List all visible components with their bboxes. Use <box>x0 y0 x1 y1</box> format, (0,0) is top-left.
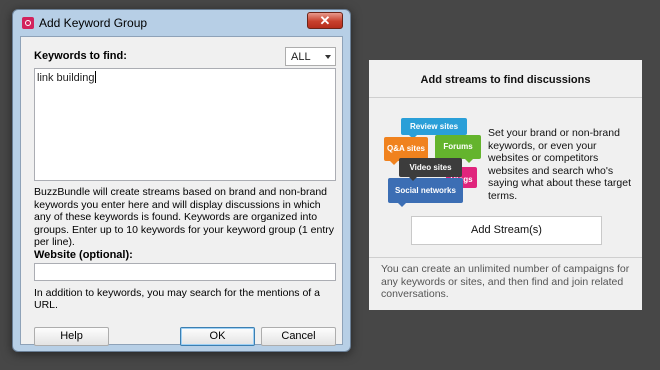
add-streams-panel: Add streams to find discussions Review s… <box>369 60 642 310</box>
keyword-filter-select[interactable]: ALL <box>285 47 336 66</box>
keywords-description: BuzzBundle will create streams based on … <box>34 186 334 249</box>
ok-button[interactable]: OK <box>180 327 255 346</box>
cancel-button[interactable]: Cancel <box>261 327 336 346</box>
keywords-textarea[interactable]: link building <box>34 68 336 181</box>
dialog-content: Keywords to find: ALL link building Buzz… <box>20 36 343 346</box>
panel-description: Set your brand or non-brand keywords, or… <box>488 127 632 202</box>
social-networks-bubble: Social networks <box>388 178 463 207</box>
app-icon <box>22 17 34 29</box>
dialog-titlebar[interactable]: Add Keyword Group ✕ <box>13 10 350 36</box>
add-streams-button[interactable]: Add Stream(s) <box>411 216 602 245</box>
website-input[interactable] <box>34 263 336 281</box>
video-sites-bubble: Video sites <box>399 158 462 181</box>
close-icon: ✕ <box>319 13 331 28</box>
text-caret <box>95 71 97 83</box>
review-sites-bubble: Review sites <box>401 118 467 139</box>
website-hint: In addition to keywords, you may search … <box>34 287 320 311</box>
help-button[interactable]: Help <box>34 327 109 346</box>
keyword-filter-value: ALL <box>291 51 311 63</box>
add-keyword-group-dialog: Add Keyword Group ✕ Keywords to find: AL… <box>12 9 351 352</box>
website-label: Website (optional): <box>34 249 133 261</box>
keywords-label: Keywords to find: <box>34 50 127 62</box>
chevron-down-icon <box>325 55 331 59</box>
dialog-title: Add Keyword Group <box>39 16 148 30</box>
panel-note: You can create an unlimited number of ca… <box>381 263 630 301</box>
divider <box>369 97 642 98</box>
panel-title: Add streams to find discussions <box>420 74 591 86</box>
keywords-value: link building <box>37 71 97 84</box>
divider <box>369 257 642 258</box>
forums-bubble: Forums <box>435 135 481 163</box>
close-button[interactable]: ✕ <box>307 12 343 29</box>
